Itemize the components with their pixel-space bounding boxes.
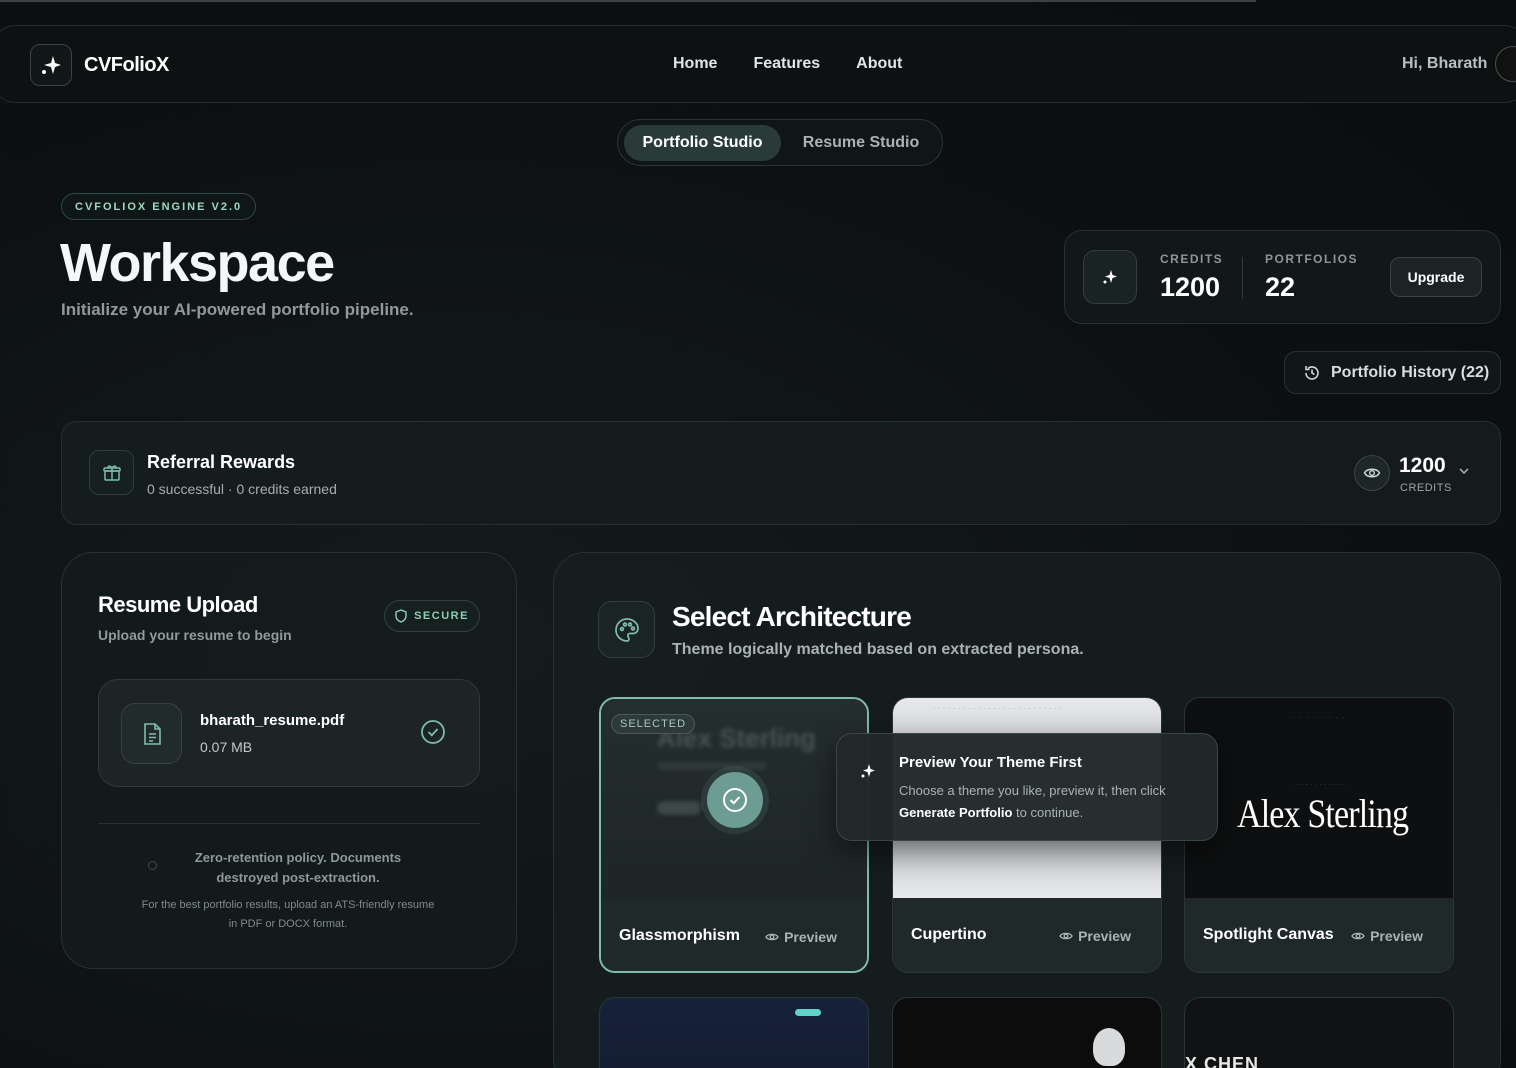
file-name: bharath_resume.pdf [200, 712, 345, 729]
credits-label: CREDITS [1160, 252, 1224, 266]
preview-button[interactable]: Preview [1351, 928, 1423, 944]
eye-icon [1059, 932, 1073, 940]
theme-card-glassmorphism[interactable]: Alex Sterling SELECTED Glassmorphism Pre… [599, 697, 869, 973]
eye-icon[interactable] [1354, 455, 1390, 491]
portfolios-value: 22 [1265, 272, 1296, 302]
theme-footer: Spotlight Canvas Preview [1185, 898, 1453, 972]
preview-label: Preview [784, 929, 837, 945]
architecture-subtitle: Theme logically matched based on extract… [672, 641, 1084, 658]
shield-icon [395, 609, 407, 623]
page-title: Workspace [60, 233, 335, 293]
robot-icon [1093, 1028, 1125, 1066]
preview-button[interactable]: Preview [765, 929, 837, 945]
history-icon [1305, 365, 1319, 380]
tooltip-title: Preview Your Theme First [899, 754, 1082, 771]
referral-credits-value: 1200 [1399, 454, 1446, 477]
preview-label: Preview [1370, 928, 1423, 944]
file-icon [121, 703, 182, 764]
theme-card-6[interactable]: X CHEN [1184, 997, 1454, 1068]
eye-icon [1351, 932, 1365, 940]
policy-dot-icon [148, 861, 157, 870]
sparkle-icon [860, 763, 876, 784]
check-circle-icon [420, 719, 446, 750]
referral-subtitle: 0 successful · 0 credits earned [147, 481, 337, 497]
page-subtitle: Initialize your AI-powered portfolio pip… [61, 300, 414, 319]
gift-icon [89, 450, 134, 495]
upgrade-button[interactable]: Upgrade [1390, 257, 1482, 297]
credits-value: 1200 [1160, 272, 1221, 302]
secure-badge: SECURE [384, 600, 480, 632]
thumb-tag: · · · · · · · · · · · · · [1293, 782, 1349, 787]
palette-icon [598, 601, 655, 658]
tooltip-body: Choose a theme you like, preview it, the… [899, 783, 1166, 820]
sparkle-icon [1083, 250, 1137, 304]
thumb-nav: · · · · · · · · · · · · · · · · · · · · … [933, 706, 1063, 712]
theme-name: Glassmorphism [619, 927, 740, 944]
stat-divider [1242, 257, 1243, 299]
portfolios-label: PORTFOLIOS [1265, 252, 1358, 266]
chevron-down-icon[interactable] [1457, 464, 1471, 483]
engine-badge: CVFOLIOX ENGINE V2.0 [61, 193, 257, 220]
retention-policy: Zero-retention policy. Documents destroy… [194, 850, 402, 885]
tab-portfolio-studio[interactable]: Portfolio Studio [624, 125, 781, 161]
preview-button[interactable]: Preview [1059, 928, 1131, 944]
referral-title: Referral Rewards [147, 452, 296, 472]
referral-credits-label: CREDITS [1400, 482, 1452, 494]
theme-name: Cupertino [911, 926, 987, 943]
preview-label: Preview [1078, 928, 1131, 944]
upload-subtitle: Upload your resume to begin [98, 627, 292, 643]
portfolio-history-button[interactable]: Portfolio History (22) [1284, 351, 1501, 394]
tab-resume-studio[interactable]: Resume Studio [786, 125, 936, 161]
nav-about[interactable]: About [856, 55, 902, 73]
thumb-title: X CHEN [1185, 1054, 1260, 1068]
history-label: Portfolio History (22) [1331, 363, 1490, 381]
user-greeting: Hi, Bharath [1402, 55, 1488, 72]
nav-links: Home Features About [673, 55, 902, 73]
upload-title: Resume Upload [98, 592, 258, 617]
secure-label: SECURE [414, 610, 469, 622]
theme-footer: Cupertino Preview [893, 898, 1161, 972]
thumb-pill [795, 1009, 821, 1016]
selected-badge: SELECTED [611, 714, 696, 734]
theme-card-5[interactable] [892, 997, 1162, 1068]
architecture-title: Select Architecture [672, 601, 912, 632]
theme-card-4[interactable] [599, 997, 869, 1068]
thumb-pill [657, 801, 701, 815]
nav-home[interactable]: Home [673, 55, 717, 73]
file-size: 0.07 MB [200, 739, 253, 755]
brand-name[interactable]: CVFolioX [84, 54, 169, 77]
thumb-line [657, 763, 767, 769]
divider [98, 823, 480, 824]
upload-note: For the best portfolio results, upload a… [141, 899, 435, 930]
thumb-nav: · · · · · · · · [1293, 715, 1347, 721]
top-progress-line [0, 0, 1256, 2]
selected-check-icon [707, 772, 763, 828]
theme-thumbnail: Alex Sterling SELECTED [601, 699, 867, 899]
referral-card[interactable] [61, 421, 1501, 525]
theme-footer: Glassmorphism Preview [601, 899, 867, 971]
theme-thumbnail: · · · · · · · · · · · · · · · · · · · · … [1185, 698, 1453, 898]
theme-card-spotlight-canvas[interactable]: · · · · · · · · · · · · · · · · · · · · … [1184, 697, 1454, 973]
theme-name: Spotlight Canvas [1203, 926, 1334, 943]
nav-features[interactable]: Features [753, 55, 820, 73]
eye-icon [765, 933, 779, 941]
logo-icon[interactable] [30, 44, 72, 86]
thumb-title: Alex Sterling [1237, 791, 1409, 836]
